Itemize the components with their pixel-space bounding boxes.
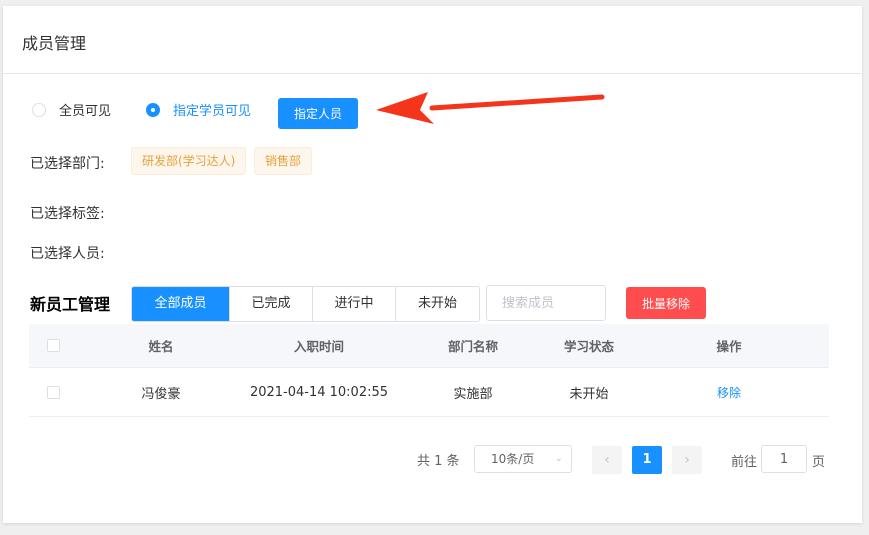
tab-completed[interactable]: 已完成 [230,287,313,321]
radio-label: 指定学员可见 [173,104,252,119]
selected-departments-label: 已选择部门: [30,156,105,172]
cell-department: 实施部 [453,386,493,402]
cell-status: 未开始 [569,386,609,402]
column-header-status: 学习状态 [563,339,614,354]
current-page-button[interactable]: 1 [632,446,662,474]
row-checkbox-cell [29,368,77,416]
batch-remove-button[interactable]: 批量移除 [626,287,706,319]
red-arrow-annotation [376,92,605,124]
row-checkbox[interactable] [46,385,60,399]
department-tag: 销售部 [254,147,313,175]
cell-name: 冯俊豪 [141,386,181,402]
goto-prefix: 前往 [731,455,758,470]
select-all-checkbox[interactable] [46,339,60,352]
selected-tags-label: 已选择标签: [30,206,105,222]
tab-all-members[interactable]: 全部成员 [132,287,230,321]
page-size-select[interactable]: 10条/页 ⌄ [474,445,572,473]
column-header-department: 部门名称 [447,339,498,354]
radio-all-visible[interactable]: 全员可见 [32,100,111,119]
member-filter-tabs: 全部成员 已完成 进行中 未开始 [131,286,480,322]
remove-link[interactable]: 移除 [717,384,741,401]
header-checkbox-cell [29,324,77,367]
radio-circle [32,102,46,117]
goto-suffix: 页 [812,455,826,470]
section-title: 新员工管理 [30,295,111,314]
tab-not-started[interactable]: 未开始 [396,287,479,321]
cell-action: 移除 [679,368,779,416]
next-page-button[interactable]: › [672,446,702,474]
column-header-name: 姓名 [148,339,174,354]
assign-people-button[interactable]: 指定人员 [278,98,358,129]
tab-in-progress[interactable]: 进行中 [313,287,396,321]
column-header-join-time: 入职时间 [293,339,344,354]
page-size-value: 10条/页 [491,452,535,466]
search-member-input[interactable] [486,285,606,321]
pagination-total: 共 1 条 [417,454,460,469]
prev-page-button[interactable]: ‹ [592,446,622,474]
cell-join-time: 2021-04-14 10:02:55 [249,384,389,400]
page-title: 成员管理 [22,34,87,53]
card-header: 成员管理 [3,6,862,74]
members-table: 姓名 入职时间 部门名称 学习状态 操作 冯俊豪 2021-04-14 10:0… [29,324,829,417]
chevron-right-icon: › [684,452,690,468]
radio-circle [146,102,160,117]
selected-people-label: 已选择人员: [30,246,105,262]
department-tag: 研发部(学习达人) [131,147,247,175]
radio-label: 全员可见 [59,104,112,119]
table-row: 冯俊豪 2021-04-14 10:02:55 实施部 未开始 移除 [29,368,829,417]
table-header: 姓名 入职时间 部门名称 学习状态 操作 [29,324,829,368]
column-header-action: 操作 [716,339,742,354]
goto-page-input[interactable] [761,445,807,473]
radio-specified-visible[interactable]: 指定学员可见 [146,100,251,119]
chevron-down-icon: ⌄ [554,453,563,464]
chevron-left-icon: ‹ [604,452,610,468]
